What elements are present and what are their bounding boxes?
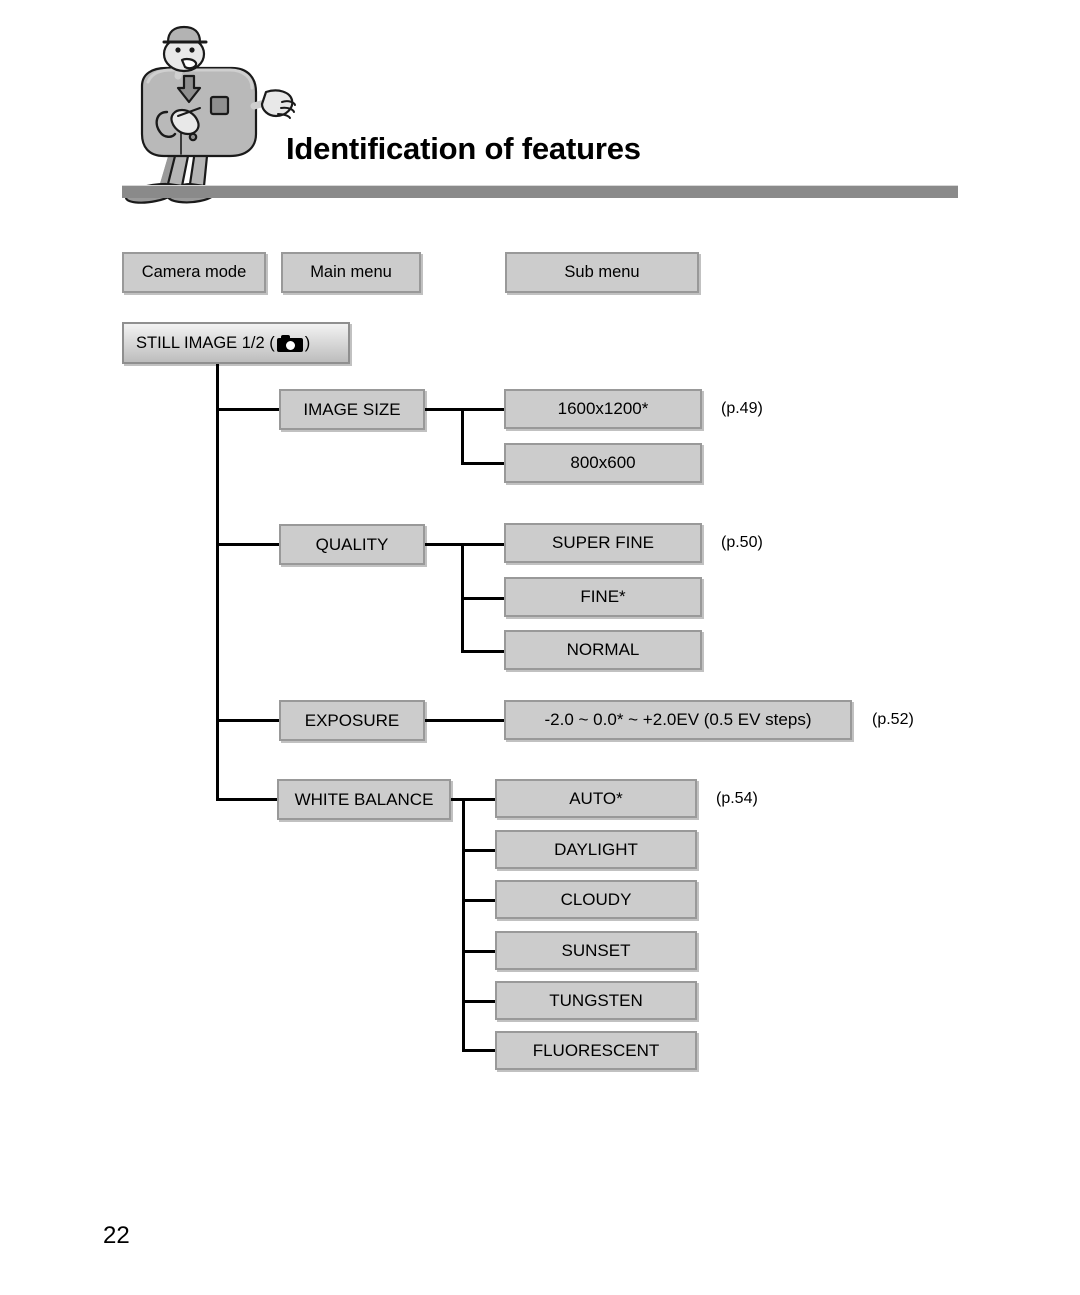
- main-menu-label: QUALITY: [315, 534, 389, 554]
- connector-image-size-to-subtrunk: [425, 408, 464, 411]
- camera-mascot-illustration: [112, 24, 302, 204]
- subtrunk-image-size: [461, 408, 464, 464]
- connector-exposure-to-option: [425, 719, 507, 722]
- camera-mode-label-prefix: STILL IMAGE 1/2 (: [136, 333, 275, 352]
- sub-menu-label: CLOUDY: [560, 889, 632, 909]
- main-menu-image-size[interactable]: IMAGE SIZE: [279, 389, 425, 430]
- subline-image-size-1: [461, 462, 506, 465]
- page-ref-image-size: (p.49): [721, 400, 763, 417]
- sub-menu-label: SUNSET: [561, 940, 631, 960]
- subline-white-balance-5: [462, 1049, 498, 1052]
- sub-menu-label: AUTO*: [569, 788, 623, 808]
- sub-menu-label: TUNGSTEN: [549, 990, 643, 1010]
- sub-menu-label: 800x600: [570, 453, 636, 472]
- main-menu-quality[interactable]: QUALITY: [279, 524, 425, 565]
- subline-white-balance-2: [462, 899, 498, 902]
- trunk-vertical-line: [216, 364, 219, 801]
- subtrunk-white-balance: [462, 798, 465, 1052]
- subline-white-balance-3: [462, 950, 498, 953]
- sub-menu-option-super-fine[interactable]: SUPER FINE: [504, 523, 702, 563]
- sub-menu-label: SUPER FINE: [551, 533, 655, 552]
- main-menu-label: IMAGE SIZE: [303, 399, 401, 419]
- main-menu-white-balance[interactable]: WHITE BALANCE: [277, 779, 451, 820]
- sub-menu-option-sunset[interactable]: SUNSET: [495, 931, 697, 970]
- sub-menu-option-auto[interactable]: AUTO*: [495, 779, 697, 818]
- sub-menu-label: FINE*: [580, 587, 626, 606]
- header-rule-bar: [122, 185, 958, 198]
- page-number: 22: [103, 1222, 130, 1249]
- page-ref-white-balance: (p.54): [716, 790, 758, 807]
- camera-mode-label-suffix: ): [304, 333, 311, 352]
- page-ref-quality: (p.50): [721, 534, 763, 551]
- column-header-sub-menu: Sub menu: [505, 252, 699, 293]
- main-menu-label: EXPOSURE: [304, 710, 400, 730]
- column-header-main-menu: Main menu: [281, 252, 421, 293]
- branch-line-exposure: [216, 719, 280, 722]
- sub-menu-label: DAYLIGHT: [554, 839, 638, 859]
- subline-white-balance-0: [462, 798, 498, 801]
- sub-menu-option-fluorescent[interactable]: FLUORESCENT: [495, 1031, 697, 1070]
- branch-line-image-size: [216, 408, 280, 411]
- branch-line-quality: [216, 543, 280, 546]
- sub-menu-option-normal[interactable]: NORMAL: [504, 630, 702, 670]
- still-camera-icon: [276, 334, 303, 352]
- sub-menu-option-tungsten[interactable]: TUNGSTEN: [495, 981, 697, 1020]
- subline-white-balance-4: [462, 1000, 498, 1003]
- subline-image-size-0: [461, 408, 506, 411]
- connector-quality-to-subtrunk: [425, 543, 464, 546]
- sub-menu-label: -2.0 ~ 0.0* ~ +2.0EV (0.5 EV steps): [544, 710, 812, 729]
- main-menu-label: WHITE BALANCE: [294, 789, 434, 809]
- sub-menu-option-1600x1200[interactable]: 1600x1200*: [504, 389, 702, 429]
- sub-menu-label: NORMAL: [566, 640, 640, 659]
- column-header-label: Sub menu: [564, 263, 640, 281]
- column-header-camera-mode: Camera mode: [122, 252, 266, 293]
- subline-white-balance-1: [462, 849, 498, 852]
- main-menu-exposure[interactable]: EXPOSURE: [279, 700, 425, 741]
- sub-menu-label: FLUORESCENT: [532, 1040, 660, 1060]
- subline-quality-0: [461, 543, 506, 546]
- subline-quality-2: [461, 650, 506, 653]
- column-header-label: Main menu: [310, 263, 392, 281]
- camera-mode-still-image[interactable]: STILL IMAGE 1/2 (): [122, 322, 350, 364]
- sub-menu-option-fine[interactable]: FINE*: [504, 577, 702, 617]
- sub-menu-label: 1600x1200*: [557, 399, 649, 418]
- page-title: Identification of features: [286, 131, 641, 166]
- subline-quality-1: [461, 597, 506, 600]
- page-ref-exposure: (p.52): [872, 711, 914, 728]
- sub-menu-option-exposure-range[interactable]: -2.0 ~ 0.0* ~ +2.0EV (0.5 EV steps): [504, 700, 852, 740]
- sub-menu-option-cloudy[interactable]: CLOUDY: [495, 880, 697, 919]
- branch-line-white-balance: [216, 798, 284, 801]
- sub-menu-option-daylight[interactable]: DAYLIGHT: [495, 830, 697, 869]
- sub-menu-option-800x600[interactable]: 800x600: [504, 443, 702, 483]
- column-header-label: Camera mode: [141, 263, 247, 281]
